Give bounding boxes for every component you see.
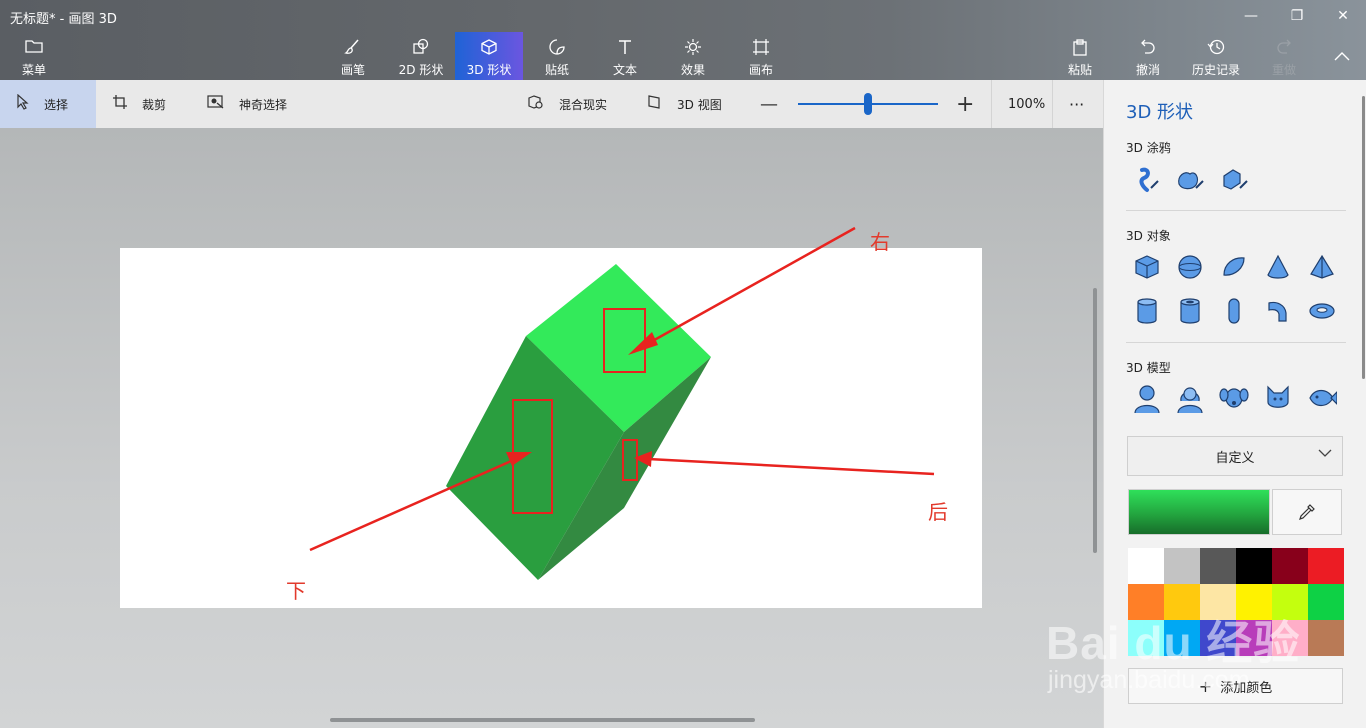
palette-swatch[interactable] [1200,548,1236,584]
man-model-icon [1134,385,1160,413]
annotation-back: 后 [928,500,948,524]
man-model-button[interactable] [1129,380,1165,416]
canvas-vertical-scrollbar[interactable] [1093,288,1097,553]
panel-title: 3D 形状 [1126,102,1194,123]
arrow-back-line [647,457,935,476]
sphere-object-button[interactable] [1172,249,1208,285]
cone-object-button[interactable] [1260,249,1296,285]
curved-cylinder-icon [1268,301,1287,322]
palette-swatch[interactable] [1128,548,1164,584]
arrow-right-line [639,226,856,350]
soft-doodle-icon [1178,172,1204,190]
tube-object-button[interactable] [1172,293,1208,329]
sharp-doodle-button[interactable] [1129,162,1165,198]
cube-icon [1135,255,1159,279]
annotation-bottom: 下 [286,579,306,603]
tube-doodle-icon [1223,169,1248,190]
torus-object-button[interactable] [1304,293,1340,329]
watermark-url: jingyan.baidu.com [1048,666,1250,694]
window-controls: — ❐ ✕ [1228,0,1366,32]
eyedropper-icon [1299,504,1315,520]
woman-model-icon [1177,387,1203,413]
cone-icon [1267,254,1289,279]
chevron-up-icon [1334,46,1350,66]
collapse-ribbon-button[interactable] [1318,32,1366,80]
minimize-button[interactable]: — [1228,0,1274,32]
section-divider [1126,210,1346,211]
cylinder-icon [1137,298,1157,324]
pyramid-icon [1310,254,1334,279]
dog-model-icon [1219,388,1249,408]
dog-model-button[interactable] [1216,380,1252,416]
hemisphere-object-button[interactable] [1216,249,1252,285]
capsule-object-button[interactable] [1216,293,1252,329]
cylinder-object-button[interactable] [1129,293,1165,329]
palette-swatch[interactable] [1236,548,1272,584]
palette-swatch[interactable] [1308,620,1344,656]
sharp-doodle-icon [1139,167,1159,192]
color-type-value: 自定义 [1215,450,1255,466]
cat-model-icon [1267,385,1289,408]
tube-doodle-button[interactable] [1216,162,1252,198]
undo-button[interactable]: 撤消 [1114,32,1182,80]
pyramid-object-button[interactable] [1304,249,1340,285]
restore-button[interactable]: ❐ [1274,0,1320,32]
history-button[interactable]: 历史记录 [1182,32,1250,80]
undo-label: 撤消 [1135,63,1160,77]
palette-swatch[interactable] [1308,584,1344,620]
eyedropper-button[interactable] [1272,489,1342,535]
fish-model-button[interactable] [1304,380,1340,416]
redo-label: 重做 [1271,63,1296,77]
watermark-brand: Bai du 经验 [1046,617,1301,669]
doodle-section-label: 3D 涂鸦 [1126,141,1171,155]
sphere-icon [1178,255,1202,279]
soft-doodle-button[interactable] [1172,162,1208,198]
annotation-right: 右 [870,230,890,254]
redo-button[interactable]: 重做 [1250,32,1318,80]
models-section-label: 3D 模型 [1126,361,1171,375]
tube-icon [1180,298,1200,324]
objects-section-label: 3D 对象 [1126,229,1171,243]
hemisphere-icon [1223,257,1245,276]
section-divider [1126,342,1346,343]
close-button[interactable]: ✕ [1320,0,1366,32]
undo-icon [1139,38,1157,58]
curved-cylinder-object-button[interactable] [1260,293,1296,329]
palette-swatch[interactable] [1308,548,1344,584]
cube-scene [309,226,935,580]
history-label: 历史记录 [1191,63,1240,77]
chevron-down-icon [1318,447,1332,462]
panel-scrollbar[interactable] [1362,96,1365,379]
torus-icon [1309,303,1335,319]
woman-model-button[interactable] [1172,380,1208,416]
capsule-icon [1228,298,1240,324]
cat-model-button[interactable] [1260,380,1296,416]
canvas-horizontal-scrollbar[interactable] [330,718,755,722]
palette-swatch[interactable] [1272,548,1308,584]
current-color-swatch[interactable] [1128,489,1270,535]
palette-swatch[interactable] [1164,548,1200,584]
redo-icon [1275,38,1293,58]
history-icon [1207,38,1225,58]
color-type-dropdown[interactable]: 自定义 [1127,436,1343,476]
fish-model-icon [1309,389,1337,407]
cube-object-button[interactable] [1129,249,1165,285]
